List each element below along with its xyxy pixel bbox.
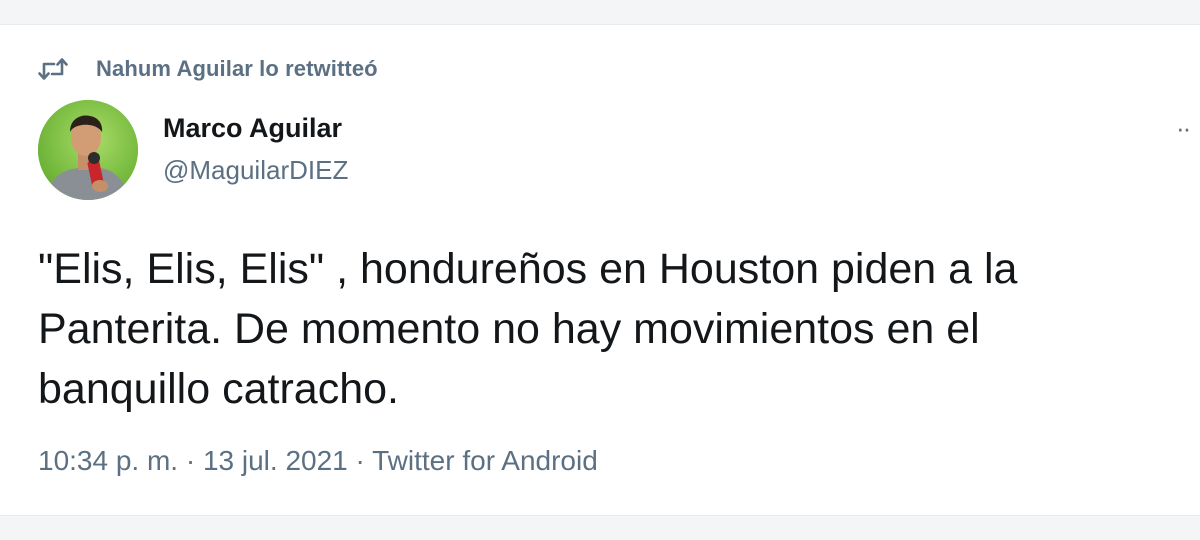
retweet-icon <box>38 57 72 81</box>
retweet-context: Nahum Aguilar lo retwitteó <box>38 55 378 83</box>
retweet-label[interactable]: Nahum Aguilar lo retwitteó <box>96 56 378 82</box>
tweet-meta[interactable]: 10:34 p. m. · 13 jul. 2021 · Twitter for… <box>38 445 598 477</box>
tweet-card[interactable]: Nahum Aguilar lo retwitteó Marco Aguilar… <box>0 24 1200 516</box>
tweet-text: "Elis, Elis, Elis" , hondureños en Houst… <box>38 245 1018 413</box>
author-handle[interactable]: @MaguilarDIEZ <box>163 155 348 186</box>
avatar[interactable] <box>38 100 138 200</box>
more-options-icon[interactable]: ·· <box>1176 113 1200 143</box>
author-name[interactable]: Marco Aguilar <box>163 113 342 144</box>
